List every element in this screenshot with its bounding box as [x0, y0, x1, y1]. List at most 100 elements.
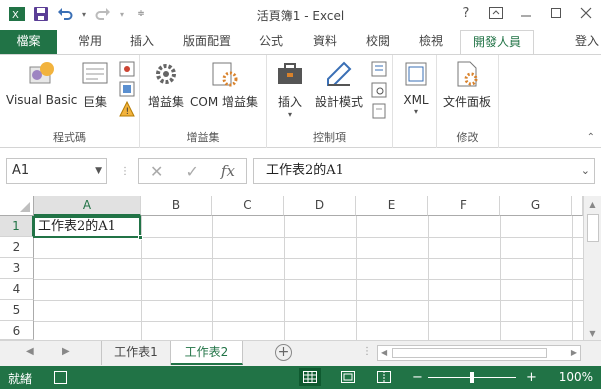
ribbon-display-icon[interactable] [487, 4, 505, 22]
active-cell[interactable]: 工作表2的A1 [33, 216, 143, 240]
visual-basic-icon [27, 59, 57, 89]
sheet-tab-active[interactable]: 工作表2 [171, 341, 243, 365]
page-break-view-icon[interactable] [373, 368, 395, 386]
relative-reference-icon[interactable] [119, 81, 135, 97]
sheet-tab[interactable]: 工作表1 [101, 341, 171, 365]
expand-formula-bar-icon[interactable]: ⌄ [581, 159, 590, 183]
group-addins: 增益集 COM 增益集 增益集 [140, 55, 267, 148]
tab-insert[interactable]: 插入 [120, 30, 164, 54]
group-xml: XML ▾ [393, 55, 437, 148]
column-header[interactable]: G [500, 196, 572, 216]
normal-view-icon[interactable] [299, 368, 321, 386]
insert-function-icon[interactable]: fx [221, 162, 235, 180]
visual-basic-button[interactable]: Visual Basic [6, 59, 77, 107]
name-box[interactable]: A1 ▼ [6, 158, 107, 184]
collapse-ribbon-icon[interactable]: ⌃ [587, 132, 595, 143]
gridline [572, 216, 573, 340]
formula-bar-splitter[interactable]: ⋮ [120, 166, 130, 177]
tab-review[interactable]: 校閱 [356, 30, 400, 54]
minimize-icon[interactable] [517, 4, 535, 22]
zoom-slider-thumb[interactable] [470, 372, 474, 383]
xml-button[interactable]: XML ▾ [401, 59, 431, 116]
next-sheet-icon[interactable]: ▶ [62, 346, 70, 357]
row-header[interactable]: 1 [0, 216, 34, 237]
zoom-slider[interactable] [428, 372, 516, 383]
gridline [428, 216, 429, 340]
restore-icon[interactable] [547, 4, 565, 22]
status-text: 就緒 [8, 372, 33, 386]
properties-icon[interactable] [371, 61, 387, 77]
ribbon-tabs: 檔案 常用 插入 版面配置 公式 資料 校閱 檢視 開發人員 登入 [0, 30, 601, 55]
tab-formulas[interactable]: 公式 [249, 30, 293, 54]
gridline [284, 216, 285, 340]
vertical-scrollbar[interactable]: ▲ ▼ [583, 196, 601, 340]
group-label-controls: 控制項 [313, 131, 346, 144]
enter-icon[interactable]: ✓ [185, 162, 198, 181]
column-header[interactable]: D [284, 196, 356, 216]
design-mode-button[interactable]: 設計模式 [315, 59, 363, 110]
zoom-level[interactable]: 100% [559, 370, 593, 384]
chevron-down-icon[interactable]: ▼ [95, 159, 102, 183]
tab-file[interactable]: 檔案 [0, 30, 57, 54]
row-header[interactable]: 5 [0, 300, 34, 321]
column-header[interactable]: F [428, 196, 500, 216]
tab-page-layout[interactable]: 版面配置 [173, 30, 241, 54]
scroll-down-icon[interactable]: ▼ [584, 329, 601, 338]
zoom-in-button[interactable]: + [526, 370, 537, 385]
fill-handle[interactable] [138, 235, 143, 240]
formula-input[interactable]: 工作表2的A1 ⌄ [253, 158, 595, 184]
svg-text:!: ! [126, 107, 130, 117]
view-code-icon[interactable] [371, 82, 387, 98]
macro-security-icon[interactable]: ! [119, 100, 135, 117]
insert-controls-button[interactable]: 插入 ▾ [275, 59, 305, 119]
help-icon[interactable]: ? [457, 4, 475, 22]
row-header[interactable]: 6 [0, 321, 34, 340]
scroll-thumb[interactable] [587, 214, 599, 242]
column-header[interactable]: C [212, 196, 284, 216]
column-header[interactable] [572, 196, 583, 216]
gridline [500, 216, 501, 340]
row-header[interactable]: 4 [0, 279, 34, 300]
cancel-icon[interactable]: ✕ [150, 162, 163, 181]
scroll-thumb[interactable] [392, 348, 547, 358]
document-panel-button[interactable]: 文件面板 [443, 59, 491, 110]
tab-home[interactable]: 常用 [66, 30, 114, 54]
select-all-button[interactable] [0, 196, 34, 216]
add-sheet-button[interactable]: + [275, 344, 292, 361]
group-modify: 文件面板 修改 [437, 55, 499, 148]
column-header[interactable]: A [34, 196, 141, 216]
tab-data[interactable]: 資料 [303, 30, 347, 54]
horizontal-scrollbar[interactable]: ◀ ▶ [377, 345, 581, 361]
scroll-right-icon[interactable]: ▶ [571, 348, 577, 357]
group-label-code: 程式碼 [53, 131, 86, 144]
gridline [356, 216, 357, 340]
tab-developer[interactable]: 開發人員 [460, 30, 534, 55]
scroll-left-icon[interactable]: ◀ [381, 348, 387, 357]
prev-sheet-icon[interactable]: ◀ [26, 346, 34, 357]
xml-source-icon [401, 59, 431, 89]
macro-record-icon[interactable] [54, 371, 67, 384]
formula-buttons: ✕ ✓ fx [138, 158, 247, 184]
com-addins-icon [209, 59, 239, 89]
column-header[interactable]: E [356, 196, 428, 216]
scroll-up-icon[interactable]: ▲ [584, 200, 601, 209]
column-header[interactable]: B [141, 196, 212, 216]
com-addins-button[interactable]: COM 增益集 [190, 59, 258, 110]
tab-view[interactable]: 檢視 [409, 30, 453, 54]
sign-in-link[interactable]: 登入 [575, 30, 599, 52]
document-panel-icon [452, 59, 482, 89]
group-controls: 插入 ▾ 設計模式 控制項 [267, 55, 393, 148]
macros-button[interactable]: 巨集 [80, 59, 110, 110]
addins-button[interactable]: 增益集 [148, 59, 184, 110]
tab-splitter[interactable]: ⋮ [362, 346, 372, 357]
status-bar: 就緒 − + 100% [0, 366, 601, 389]
row-header[interactable]: 2 [0, 237, 34, 258]
row-header[interactable]: 3 [0, 258, 34, 279]
close-icon[interactable] [577, 4, 595, 22]
zoom-out-button[interactable]: − [412, 370, 423, 385]
spreadsheet-grid[interactable]: A B C D E F G 1 2 3 4 5 6 工作表2的A1 ▲ ▼ [0, 196, 601, 340]
record-macro-icon[interactable] [119, 61, 135, 77]
run-dialog-icon[interactable] [371, 103, 387, 119]
page-layout-view-icon[interactable] [337, 368, 359, 386]
formula-bar: A1 ▼ ⋮ ✕ ✓ fx 工作表2的A1 ⌄ [0, 148, 601, 196]
